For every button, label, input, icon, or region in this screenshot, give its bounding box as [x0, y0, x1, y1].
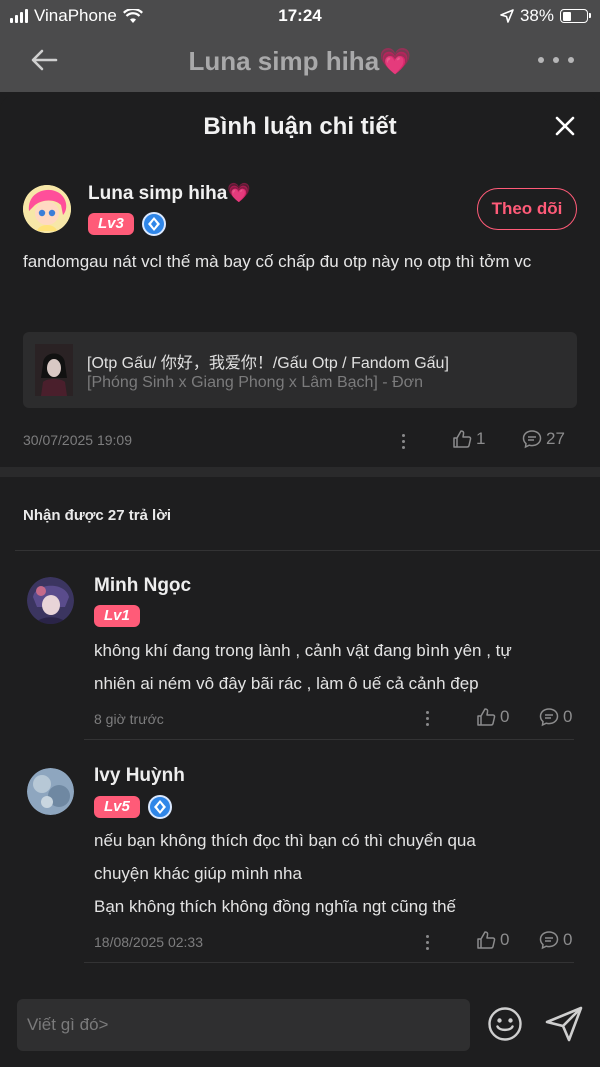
author-badges: Lv1 — [94, 605, 140, 627]
author-badges: Lv3 — [88, 212, 166, 236]
reply-text: không khí đang trong lành , cảnh vật đan… — [94, 634, 584, 700]
avatar[interactable] — [27, 577, 74, 624]
reply-text-line: nếu bạn không thích đọc thì bạn có thì c… — [94, 831, 476, 850]
level-badge: Lv5 — [94, 796, 140, 818]
status-bar: VinaPhone 17:24 38% — [0, 0, 600, 32]
like-count: 0 — [500, 930, 510, 949]
more-vertical-icon[interactable] — [426, 935, 429, 950]
reply-text-line: không khí đang trong lành , cảnh vật đan… — [94, 641, 512, 660]
like-stat[interactable]: 1 — [452, 429, 485, 449]
like-count: 1 — [476, 429, 486, 448]
reply-stat[interactable]: 27 — [522, 429, 565, 449]
reply-count: 27 — [546, 429, 565, 448]
comment-bubble-icon — [539, 931, 559, 950]
location-arrow-icon — [500, 9, 514, 23]
more-vertical-icon[interactable] — [402, 434, 405, 449]
comment-count: 0 — [563, 930, 573, 949]
comment-author[interactable]: Luna simp hiha💗 — [88, 181, 251, 205]
reply-stat[interactable]: 0 — [539, 930, 572, 950]
divider — [84, 739, 574, 740]
reply-text-line: nhiên ai ném vô đây bãi rác , làm ô uế c… — [94, 674, 479, 693]
author-name: Luna simp hiha — [88, 183, 228, 204]
page-header: Luna simp hiha💗 — [0, 32, 600, 92]
comment-count: 0 — [563, 707, 573, 726]
book-subtitle: [Phóng Sinh x Giang Phong x Lâm Bạch] - … — [87, 374, 424, 391]
level-badge: Lv1 — [94, 605, 140, 627]
replies-count-label: Nhận được 27 trả lời — [23, 507, 172, 524]
author-badges: Lv5 — [94, 795, 172, 819]
reply-author[interactable]: Ivy Huỳnh — [94, 765, 185, 787]
more-options-icon[interactable] — [538, 44, 574, 76]
reply-text-line: Bạn không thích không đồng nghĩa ngt cũn… — [94, 897, 457, 916]
thumbs-up-icon — [477, 931, 496, 949]
sheet-title: Bình luận chi tiết — [203, 113, 397, 140]
like-stat[interactable]: 0 — [476, 930, 509, 950]
thumbs-up-icon — [477, 708, 496, 726]
send-icon[interactable] — [545, 1006, 583, 1042]
comment-composer — [0, 984, 600, 1067]
book-card[interactable]: [Otp Gấu/ 你好，我爱你！/Gấu Otp / Fandom Gấu] … — [23, 332, 577, 408]
comment-input[interactable] — [17, 999, 470, 1051]
reply-time: 18/08/2025 02:33 — [94, 934, 203, 950]
heart-emoji: 💗 — [227, 183, 252, 204]
verified-badge-icon — [141, 212, 166, 236]
book-title: [Otp Gấu/ 你好，我爱你！/Gấu Otp / Fandom Gấu] — [87, 355, 449, 372]
close-icon[interactable] — [554, 115, 576, 137]
divider — [84, 962, 574, 963]
battery-icon — [560, 9, 591, 23]
page-title: Luna simp hiha💗 — [188, 46, 412, 76]
thumbs-up-icon — [453, 430, 472, 448]
reply-author[interactable]: Minh Ngọc — [94, 575, 191, 597]
like-stat[interactable]: 0 — [476, 707, 509, 727]
comment-bubble-icon — [522, 430, 542, 449]
section-divider — [0, 467, 600, 477]
reply-stat[interactable]: 0 — [539, 707, 572, 727]
avatar[interactable] — [27, 768, 74, 815]
battery-level — [562, 11, 572, 21]
like-count: 0 — [500, 707, 510, 726]
verified-badge-icon — [147, 795, 172, 819]
comment-detail-sheet: Bình luận chi tiết Luna simp hiha💗 Lv3 T… — [0, 93, 600, 1067]
comment-date: 30/07/2025 19:09 — [23, 432, 132, 448]
divider — [15, 550, 600, 551]
battery-percent: 38% — [519, 6, 554, 25]
level-badge: Lv3 — [88, 213, 134, 235]
reply-time: 8 giờ trước — [94, 711, 164, 727]
emoji-icon[interactable] — [487, 1006, 523, 1042]
more-vertical-icon[interactable] — [426, 711, 429, 726]
book-cover — [35, 344, 73, 396]
reply-text: nếu bạn không thích đọc thì bạn có thì c… — [94, 824, 584, 923]
avatar[interactable] — [23, 185, 71, 233]
reply-text-line: chuyện khác giúp mình nha — [94, 864, 302, 883]
comment-bubble-icon — [539, 708, 559, 727]
comment-text: fandomgau nát vcl thế mà bay cố chấp đu … — [23, 252, 532, 271]
follow-button[interactable]: Theo dõi — [477, 188, 577, 230]
